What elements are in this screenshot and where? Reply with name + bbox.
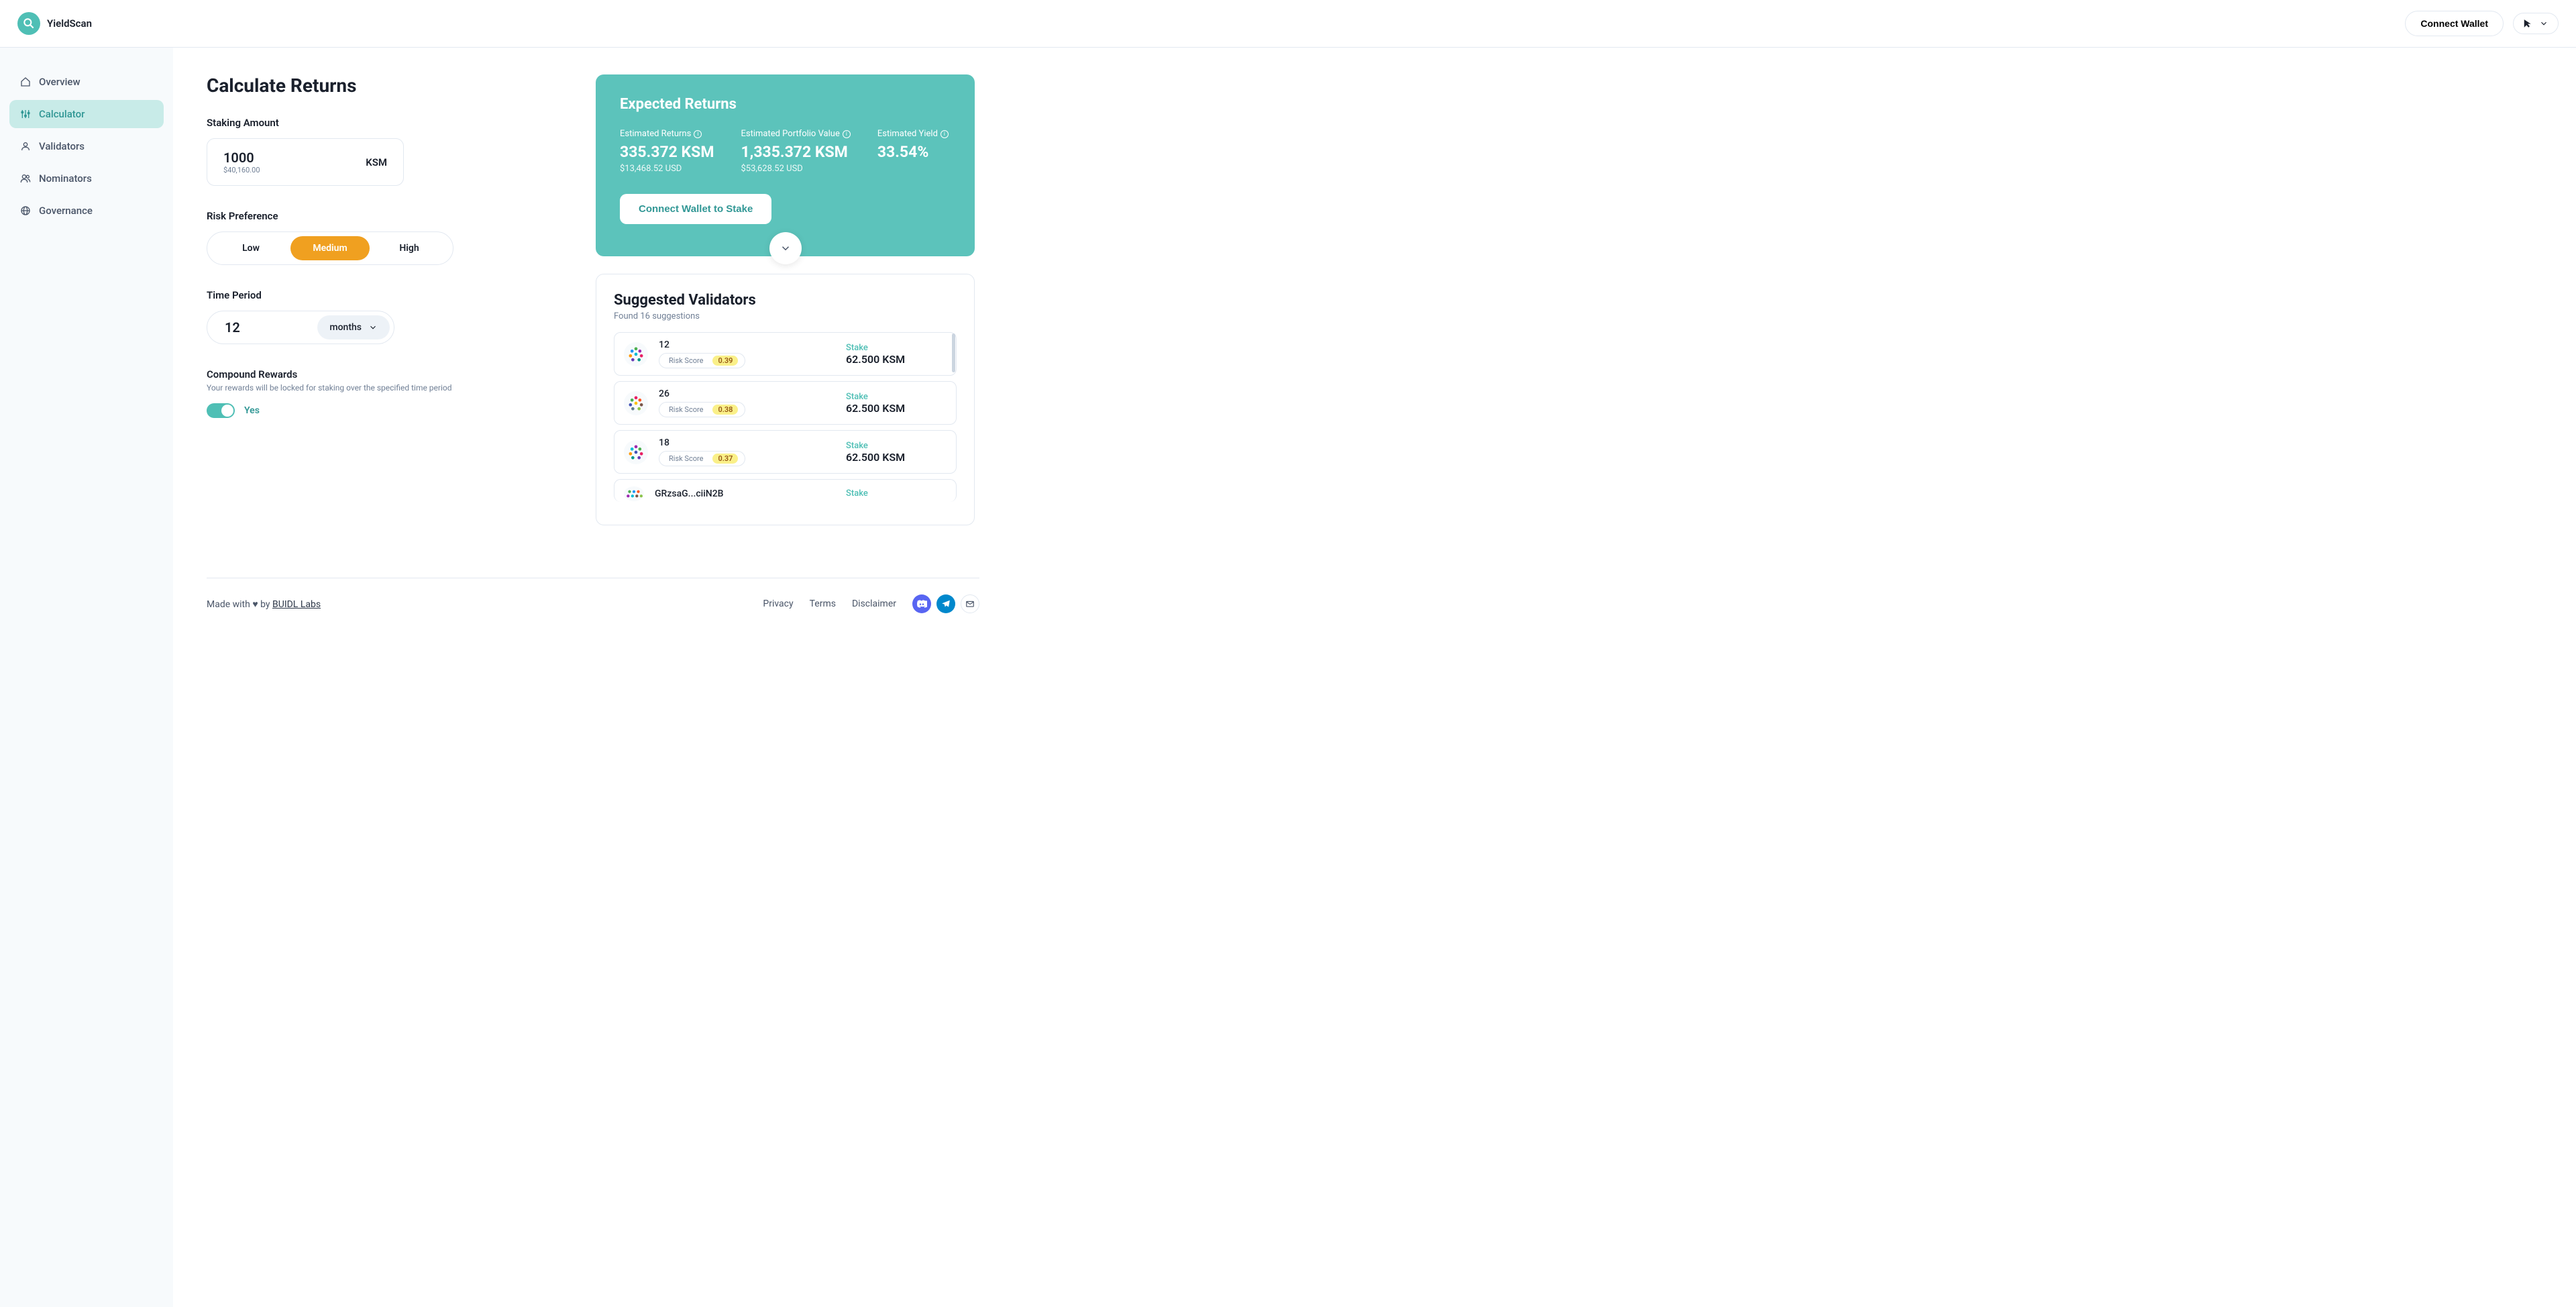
time-label: Time Period xyxy=(207,289,555,301)
risk-segment: Low Medium High xyxy=(207,231,453,265)
validator-avatar xyxy=(624,486,644,501)
risk-score: 0.37 xyxy=(712,454,738,464)
suggested-validators-card: Suggested Validators Found 16 suggestion… xyxy=(596,274,975,525)
sidebar-item-label: Nominators xyxy=(39,172,92,185)
expected-returns-title: Expected Returns xyxy=(620,96,951,113)
footer: Made with ♥ by BUIDL Labs Privacy Terms … xyxy=(207,578,979,629)
risk-label: Risk Preference xyxy=(207,210,555,222)
validator-name: 12 xyxy=(659,339,835,350)
risk-badge: Risk Score 0.38 xyxy=(659,402,745,417)
estimated-portfolio-usd: $53,628.52 USD xyxy=(741,164,850,174)
info-icon[interactable]: i xyxy=(941,130,949,138)
validator-row[interactable]: GRzsaG...ciiN2B Stake xyxy=(614,479,957,502)
heart-icon: ♥ xyxy=(252,599,258,610)
time-unit-label: months xyxy=(329,322,362,333)
time-unit-selector[interactable]: months xyxy=(317,315,390,339)
sidebar-item-label: Validators xyxy=(39,140,85,152)
amount-ticker: KSM xyxy=(366,156,387,168)
validator-avatar xyxy=(624,440,648,464)
compound-toggle[interactable] xyxy=(207,403,235,418)
terms-link[interactable]: Terms xyxy=(810,598,836,609)
estimated-returns-value: 335.372 KSM xyxy=(620,143,714,161)
home-icon xyxy=(20,76,31,87)
sidebar-item-governance[interactable]: Governance xyxy=(9,197,164,225)
risk-score: 0.38 xyxy=(712,405,738,415)
stake-label: Stake xyxy=(846,392,868,402)
validator-row[interactable]: 12 Risk Score 0.39 Stake 62.500 KSM xyxy=(614,332,957,376)
discord-icon[interactable] xyxy=(912,594,931,613)
validator-name: 18 xyxy=(659,437,835,448)
estimated-yield-label: Estimated Yield i xyxy=(877,129,949,139)
mail-icon[interactable] xyxy=(961,594,979,613)
time-value: 12 xyxy=(225,319,317,335)
stake-label: Stake xyxy=(846,343,868,353)
risk-badge: Risk Score 0.37 xyxy=(659,451,745,466)
sidebar-item-validators[interactable]: Validators xyxy=(9,132,164,160)
risk-score: 0.39 xyxy=(712,356,738,366)
risk-option-low[interactable]: Low xyxy=(211,236,290,260)
estimated-portfolio-label: Estimated Portfolio Value i xyxy=(741,129,850,139)
validator-name: 26 xyxy=(659,388,835,399)
estimated-portfolio-value: 1,335.372 KSM xyxy=(741,143,850,161)
validator-avatar xyxy=(624,391,648,415)
sidebar-item-overview[interactable]: Overview xyxy=(9,68,164,96)
time-period-input[interactable]: 12 months xyxy=(207,311,394,344)
stake-amount: 62.500 KSM xyxy=(846,451,905,464)
sidebar: Overview Calculator Validators Nominator… xyxy=(0,48,173,1307)
amount-value: 1000 xyxy=(223,150,260,166)
telegram-icon[interactable] xyxy=(936,594,955,613)
suggested-validators-title: Suggested Validators xyxy=(614,292,957,309)
info-icon[interactable]: i xyxy=(843,130,851,138)
risk-badge: Risk Score 0.39 xyxy=(659,353,745,368)
info-icon[interactable]: i xyxy=(694,130,702,138)
sliders-icon xyxy=(20,109,31,119)
user-icon xyxy=(20,141,31,152)
author-link[interactable]: BUIDL Labs xyxy=(272,599,321,610)
cursor-icon xyxy=(2523,19,2532,28)
validator-avatar xyxy=(624,342,648,366)
validator-name: GRzsaG...ciiN2B xyxy=(655,488,835,499)
stake-label: Stake xyxy=(846,441,868,451)
chevron-down-icon xyxy=(2539,19,2548,28)
globe-icon xyxy=(20,205,31,216)
compound-toggle-label: Yes xyxy=(244,405,260,416)
estimated-returns-label: Estimated Returns i xyxy=(620,129,714,139)
estimated-returns-usd: $13,468.52 USD xyxy=(620,164,714,174)
staking-amount-label: Staking Amount xyxy=(207,117,555,129)
chevron-down-icon xyxy=(780,242,792,254)
stake-amount: 62.500 KSM xyxy=(846,402,905,415)
validator-row[interactable]: 26 Risk Score 0.38 Stake 62.500 KSM xyxy=(614,381,957,425)
estimated-yield-value: 33.54% xyxy=(877,143,949,161)
stake-amount: 62.500 KSM xyxy=(846,353,905,366)
sidebar-item-label: Governance xyxy=(39,205,93,217)
disclaimer-link[interactable]: Disclaimer xyxy=(852,598,896,609)
risk-option-medium[interactable]: Medium xyxy=(290,236,370,260)
footer-credits: Made with ♥ by BUIDL Labs xyxy=(207,598,321,610)
sidebar-item-label: Overview xyxy=(39,76,80,88)
connect-wallet-to-stake-button[interactable]: Connect Wallet to Stake xyxy=(620,194,771,224)
privacy-link[interactable]: Privacy xyxy=(763,598,793,609)
expand-button[interactable] xyxy=(769,232,802,264)
compound-sublabel: Your rewards will be locked for staking … xyxy=(207,383,555,393)
risk-option-high[interactable]: High xyxy=(370,236,449,260)
logo[interactable]: YieldScan xyxy=(17,12,92,35)
users-icon xyxy=(20,173,31,184)
expected-returns-card: Expected Returns Estimated Returns i 335… xyxy=(596,74,975,256)
validator-row[interactable]: 18 Risk Score 0.37 Stake 62.500 KSM xyxy=(614,430,957,474)
page-title: Calculate Returns xyxy=(207,74,555,97)
suggested-validators-subtitle: Found 16 suggestions xyxy=(614,311,957,321)
chevron-down-icon xyxy=(368,323,378,332)
stake-label: Stake xyxy=(846,488,868,499)
scrollbar[interactable] xyxy=(952,333,955,372)
network-selector[interactable] xyxy=(2513,13,2559,34)
sidebar-item-calculator[interactable]: Calculator xyxy=(9,100,164,128)
amount-usd: $40,160.00 xyxy=(223,166,260,174)
staking-amount-input[interactable]: 1000 $40,160.00 KSM xyxy=(207,138,404,186)
connect-wallet-button[interactable]: Connect Wallet xyxy=(2405,11,2504,36)
logo-icon xyxy=(17,12,40,35)
app-name: YieldScan xyxy=(47,17,92,30)
sidebar-item-nominators[interactable]: Nominators xyxy=(9,164,164,193)
sidebar-item-label: Calculator xyxy=(39,108,85,120)
compound-label: Compound Rewards xyxy=(207,368,555,380)
